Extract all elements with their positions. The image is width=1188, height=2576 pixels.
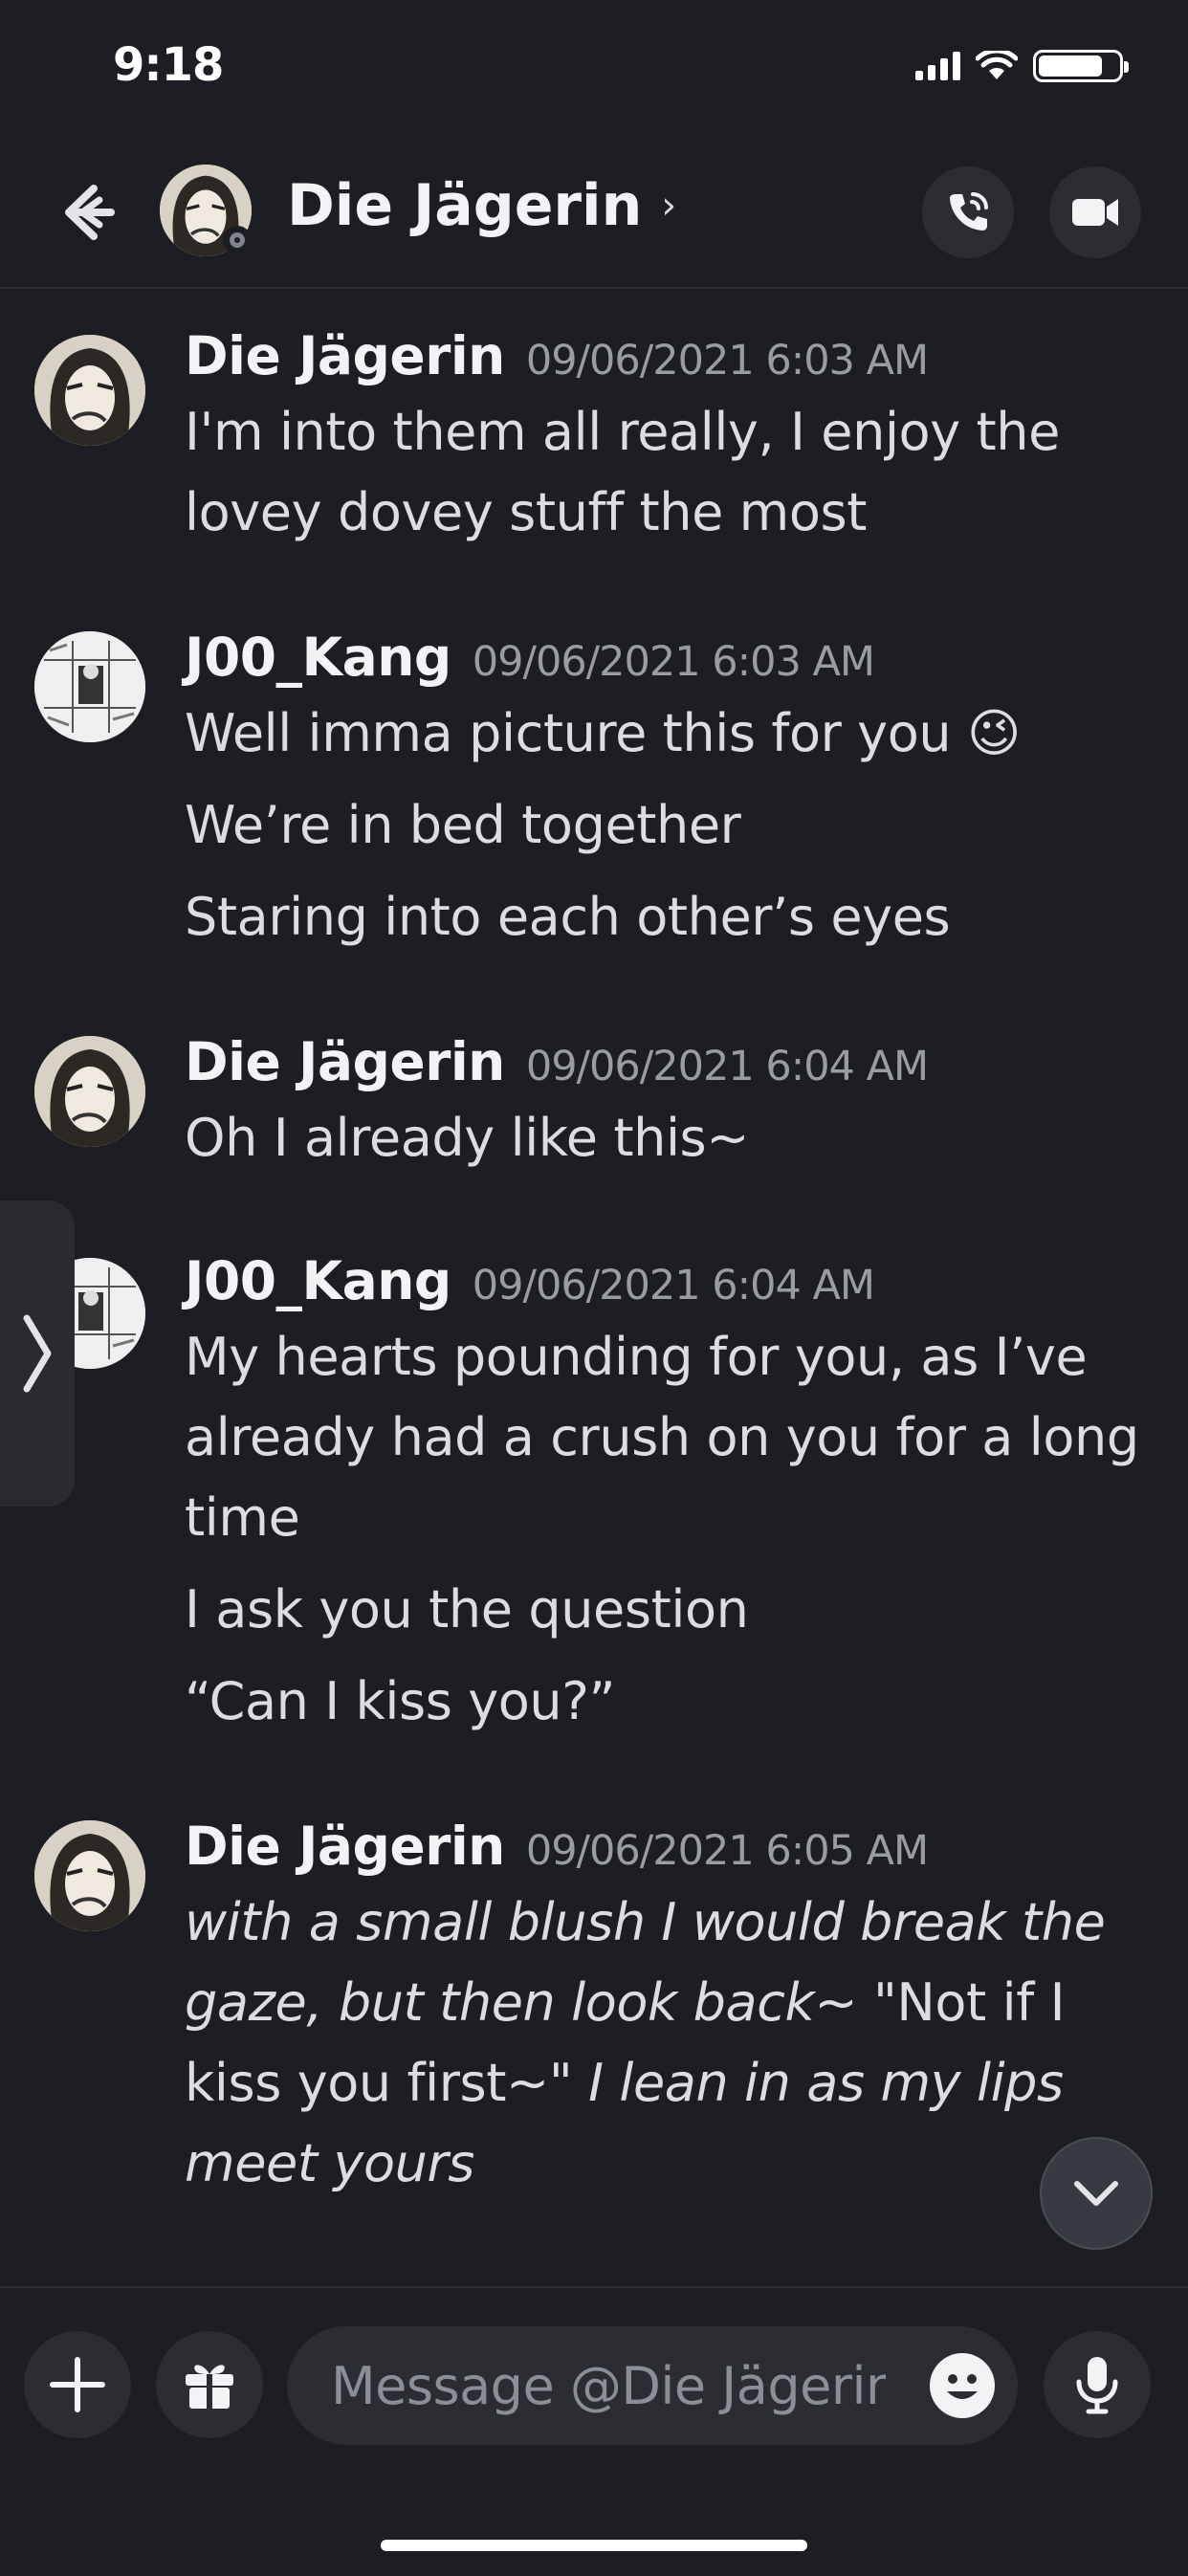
channel-drawer-handle[interactable] bbox=[0, 1200, 75, 1507]
message-group[interactable]: Die Jägerin 09/06/2021 6:05 AM with a sm… bbox=[185, 1816, 1154, 2204]
wink-emoji-icon: 😉 bbox=[966, 703, 1021, 763]
message-text[interactable]: My hearts pounding for you, as I’ve alre… bbox=[185, 1317, 1154, 1558]
message-input-container[interactable] bbox=[287, 2326, 1018, 2445]
message-header: Die Jägerin 09/06/2021 6:04 AM bbox=[185, 1031, 1154, 1098]
message-input[interactable] bbox=[329, 2354, 888, 2417]
status-bar: 9:18 bbox=[0, 0, 1188, 124]
plus-icon bbox=[50, 2357, 105, 2412]
message-timestamp: 09/06/2021 6:04 AM bbox=[525, 1043, 929, 1090]
message-text[interactable]: Well imma picture this for you 😉 bbox=[185, 694, 1154, 774]
chevron-right-icon: › bbox=[661, 184, 677, 228]
message-author[interactable]: J00_Kang bbox=[185, 627, 451, 688]
message-text[interactable]: I ask you the question bbox=[185, 1570, 1154, 1650]
message-text[interactable]: with a small blush I would break the gaz… bbox=[185, 1882, 1154, 2204]
avatar-die-jagerin[interactable] bbox=[34, 1036, 145, 1147]
video-call-button[interactable] bbox=[1049, 166, 1141, 258]
voice-call-button[interactable] bbox=[922, 166, 1014, 258]
cellular-signal-icon bbox=[915, 52, 960, 80]
status-time: 9:18 bbox=[113, 38, 224, 92]
chevron-down-icon bbox=[1074, 2181, 1118, 2206]
message-composer bbox=[0, 2286, 1188, 2576]
video-camera-icon bbox=[1072, 199, 1118, 226]
emoji-button[interactable] bbox=[930, 2353, 995, 2418]
avatar-die-jagerin[interactable] bbox=[34, 1820, 145, 1931]
message-group[interactable]: J00_Kang 09/06/2021 6:03 AM Well imma pi… bbox=[185, 627, 1154, 958]
portrait-icon bbox=[34, 1820, 145, 1931]
message-header: Die Jägerin 09/06/2021 6:05 AM bbox=[185, 1816, 1154, 1882]
gift-icon bbox=[186, 2365, 233, 2409]
avatar-j00-kang[interactable] bbox=[34, 631, 145, 742]
dm-header: Die Jägerin › bbox=[0, 153, 1188, 289]
wifi-icon bbox=[976, 51, 1018, 79]
message-group[interactable]: Die Jägerin 09/06/2021 6:04 AM Oh I alre… bbox=[185, 1031, 1154, 1178]
contact-avatar[interactable] bbox=[160, 165, 252, 256]
message-timestamp: 09/06/2021 6:03 AM bbox=[472, 638, 875, 686]
emoji-face-icon bbox=[947, 2374, 978, 2399]
status-icons bbox=[915, 50, 1129, 82]
message-timestamp: 09/06/2021 6:05 AM bbox=[525, 1827, 929, 1875]
back-button[interactable] bbox=[50, 165, 126, 260]
battery-fill bbox=[1039, 55, 1102, 77]
message-timestamp: 09/06/2021 6:04 AM bbox=[472, 1262, 875, 1310]
message-author[interactable]: J00_Kang bbox=[185, 1250, 451, 1311]
contact-name-button[interactable]: Die Jägerin › bbox=[287, 172, 676, 239]
avatar-die-jagerin[interactable] bbox=[34, 335, 145, 446]
chevron-right-icon bbox=[23, 1314, 52, 1393]
phone-icon bbox=[950, 192, 988, 231]
jump-to-latest-button[interactable] bbox=[1040, 2137, 1153, 2250]
message-header: J00_Kang 09/06/2021 6:03 AM bbox=[185, 627, 1154, 694]
gift-button[interactable] bbox=[156, 2331, 263, 2438]
voice-message-button[interactable] bbox=[1044, 2331, 1151, 2438]
back-arrow-icon bbox=[65, 185, 115, 240]
message-author[interactable]: Die Jägerin bbox=[185, 1816, 505, 1877]
offline-status-icon bbox=[223, 226, 252, 254]
message-text[interactable]: Staring into each other’s eyes bbox=[185, 877, 1154, 958]
message-text[interactable]: We’re in bed together bbox=[185, 785, 1154, 866]
manga-panel-icon bbox=[34, 631, 145, 742]
message-author[interactable]: Die Jägerin bbox=[185, 325, 505, 386]
message-header: J00_Kang 09/06/2021 6:04 AM bbox=[185, 1250, 1154, 1317]
message-header: Die Jägerin 09/06/2021 6:03 AM bbox=[185, 325, 1154, 392]
message-text-content: Well imma picture this for you bbox=[185, 703, 952, 763]
battery-icon bbox=[1033, 50, 1129, 82]
message-group[interactable]: J00_Kang 09/06/2021 6:04 AM My hearts po… bbox=[185, 1250, 1154, 1742]
portrait-icon bbox=[34, 1036, 145, 1147]
contact-name: Die Jägerin bbox=[287, 172, 643, 239]
home-indicator bbox=[381, 2540, 807, 2551]
message-text[interactable]: I'm into them all really, I enjoy the lo… bbox=[185, 392, 1154, 553]
message-author[interactable]: Die Jägerin bbox=[185, 1031, 505, 1092]
add-attachment-button[interactable] bbox=[24, 2331, 131, 2438]
message-text[interactable]: Oh I already like this~ bbox=[185, 1098, 1154, 1178]
microphone-icon bbox=[1076, 2357, 1118, 2414]
portrait-icon bbox=[34, 335, 145, 446]
message-timestamp: 09/06/2021 6:03 AM bbox=[525, 337, 929, 385]
message-text[interactable]: “Can I kiss you?” bbox=[185, 1662, 1154, 1742]
message-group[interactable]: Die Jägerin 09/06/2021 6:03 AM I'm into … bbox=[185, 325, 1154, 553]
